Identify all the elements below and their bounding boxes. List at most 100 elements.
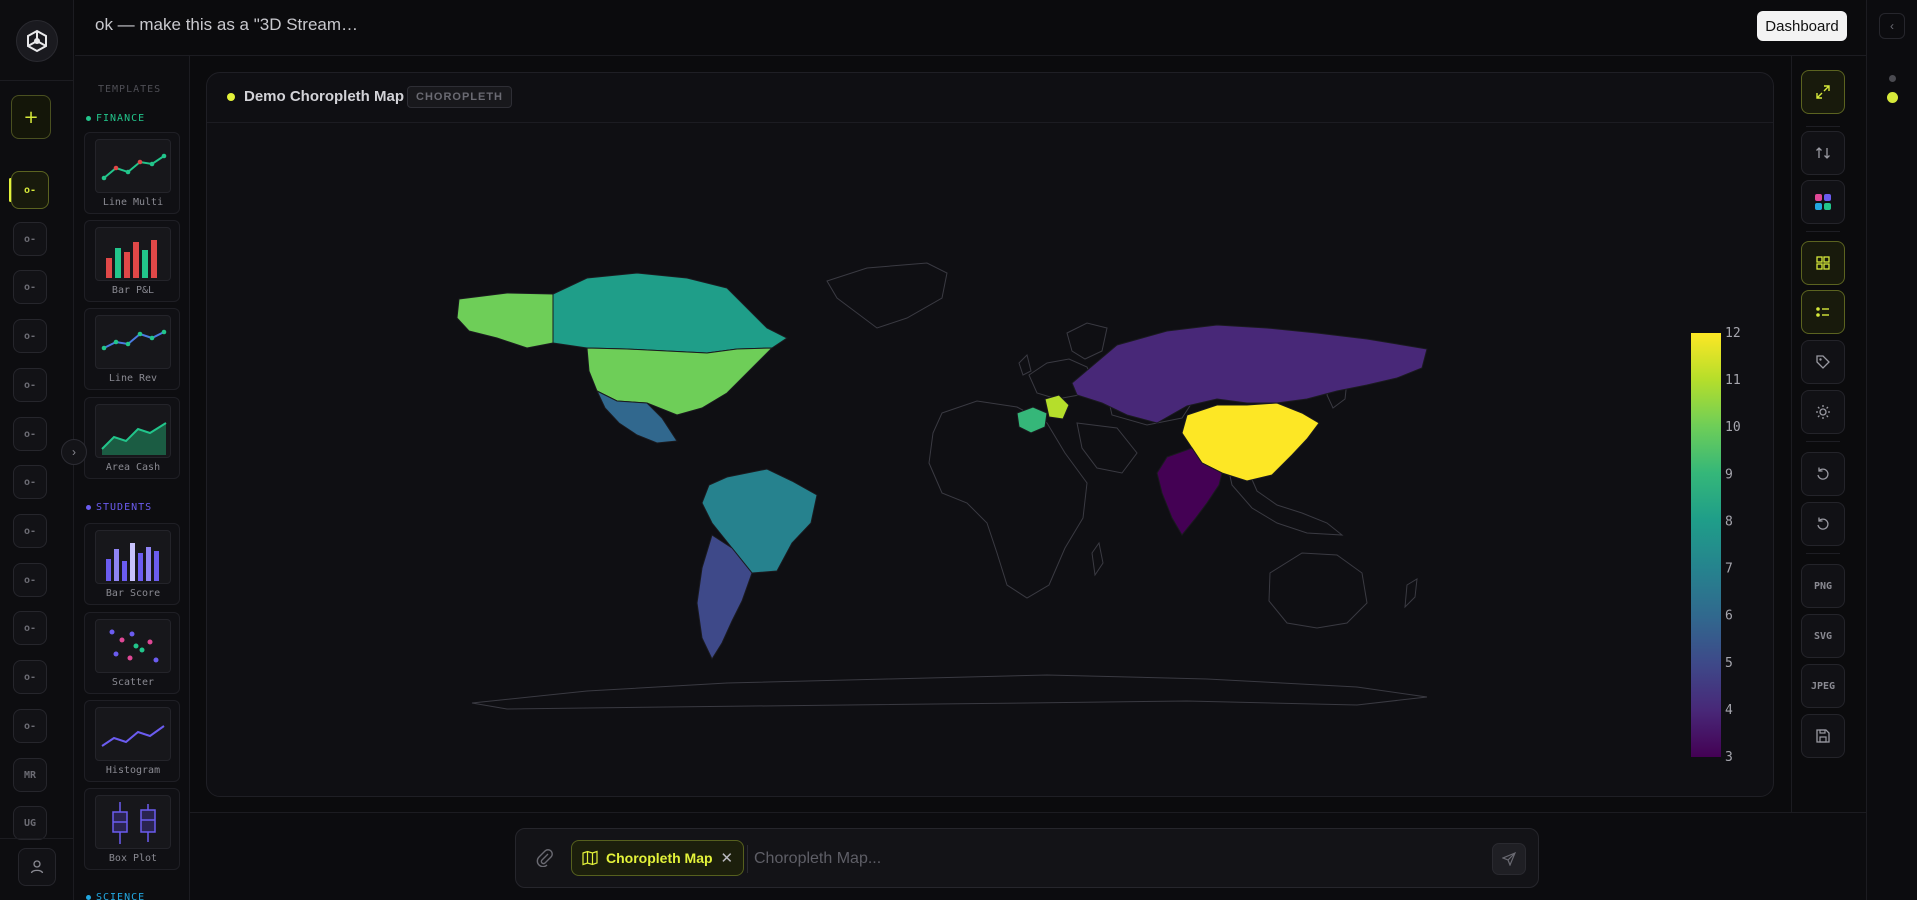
- region-canada[interactable]: [552, 272, 788, 354]
- chart-title: Demo Choropleth Map: [244, 88, 404, 105]
- template-thumbnail: [95, 619, 171, 673]
- chart-header: Demo Choropleth Map CHOROPLETH: [207, 73, 1773, 123]
- rail-key-button[interactable]: o-: [13, 270, 47, 304]
- choropleth-map[interactable]: 12 11 10 9 8 7 6 5 4 3: [207, 123, 1774, 797]
- toolbar-divider: [1806, 231, 1840, 232]
- chevron-right-icon: ›: [72, 445, 76, 459]
- send-button[interactable]: [1492, 843, 1526, 875]
- export-png-button[interactable]: PNG: [1801, 564, 1845, 608]
- swap-icon: [1816, 147, 1830, 159]
- colorbar-tick-label: 3: [1725, 750, 1733, 765]
- template-thumbnail: [95, 530, 171, 584]
- user-profile-button[interactable]: [18, 848, 56, 886]
- toolbar-divider: [1806, 441, 1840, 442]
- key-icon: o-: [23, 184, 37, 196]
- region-germany[interactable]: [1044, 394, 1070, 420]
- export-svg-button[interactable]: SVG: [1801, 614, 1845, 658]
- scandinavia-outline: [1066, 322, 1108, 360]
- australia-outline: [1268, 552, 1368, 629]
- cube-logo-icon[interactable]: [16, 20, 58, 62]
- key-icon: o-: [23, 574, 37, 586]
- rail-key-button[interactable]: o-: [13, 222, 47, 256]
- color-palette-button[interactable]: [1801, 180, 1845, 224]
- rail-key-button[interactable]: o-: [13, 319, 47, 353]
- template-line-rev[interactable]: Line Rev: [84, 308, 180, 390]
- rail-key-button[interactable]: o-: [13, 709, 47, 743]
- template-histogram[interactable]: Histogram: [84, 700, 180, 782]
- antarctica-outline: [471, 674, 1428, 710]
- template-area-cash[interactable]: Area Cash: [84, 397, 180, 479]
- template-thumbnail: [95, 404, 171, 458]
- send-icon: [1502, 852, 1516, 866]
- template-bar-pl[interactable]: Bar P&L: [84, 220, 180, 302]
- colorbar-tick-label: 4: [1725, 703, 1733, 718]
- arabia-outline: [1076, 422, 1138, 474]
- export-jpeg-button[interactable]: JPEG: [1801, 664, 1845, 708]
- theme-toggle-button[interactable]: [1801, 390, 1845, 434]
- template-scatter[interactable]: Scatter: [84, 612, 180, 694]
- key-icon: o-: [23, 233, 37, 245]
- colorbar-tick-label: 8: [1725, 514, 1733, 529]
- rail-key-button[interactable]: o-: [13, 368, 47, 402]
- region-france[interactable]: [1016, 406, 1048, 434]
- right-slim-panel: ‹: [1866, 0, 1917, 900]
- colorbar-gradient: [1691, 333, 1721, 757]
- key-icon: o-: [23, 330, 37, 342]
- rail-item-ug[interactable]: UG: [13, 806, 47, 840]
- legend-icon: [1816, 307, 1829, 317]
- legend-toggle-button[interactable]: [1801, 290, 1845, 334]
- rail-divider: [0, 80, 74, 81]
- template-thumbnail: [95, 315, 171, 369]
- reset-button[interactable]: [1801, 502, 1845, 546]
- selected-chart-chip[interactable]: Choropleth Map ✕: [571, 840, 745, 876]
- expand-panel-button[interactable]: ›: [61, 439, 87, 465]
- template-line-multi[interactable]: Line Multi: [84, 132, 180, 214]
- template-box-plot[interactable]: Box Plot: [84, 788, 180, 870]
- labels-toggle-button[interactable]: [1801, 340, 1845, 384]
- rail-key-button[interactable]: o-: [13, 611, 47, 645]
- template-thumbnail: [95, 227, 171, 281]
- rail-key-button[interactable]: o-: [13, 417, 47, 451]
- toolbar-divider: [1806, 126, 1840, 127]
- chip-label: Choropleth Map: [606, 850, 713, 866]
- key-icon: o-: [23, 720, 37, 732]
- key-icon: o-: [23, 281, 37, 293]
- app-root: + o- o- o- o- o- o- o- o- o- o- o- o- MR…: [0, 0, 1917, 900]
- fullscreen-button[interactable]: [1801, 70, 1845, 114]
- prompt-divider: [747, 845, 748, 873]
- region-alaska[interactable]: [456, 292, 554, 349]
- rail-item-mr[interactable]: MR: [13, 758, 47, 792]
- rail-key-button-active[interactable]: o-: [11, 171, 49, 209]
- undo-button[interactable]: [1801, 452, 1845, 496]
- dashboard-button[interactable]: Dashboard: [1757, 11, 1847, 41]
- grid-toggle-button[interactable]: [1801, 241, 1845, 285]
- add-chart-button[interactable]: +: [11, 95, 51, 139]
- chart-panel: Demo Choropleth Map CHOROPLETH 12 11 10 …: [206, 72, 1774, 797]
- rail-key-button[interactable]: o-: [13, 514, 47, 548]
- madagascar-outline: [1091, 541, 1104, 577]
- live-indicator: [227, 93, 235, 101]
- key-icon: o-: [23, 622, 37, 634]
- swap-axes-button[interactable]: [1801, 131, 1845, 175]
- chevron-left-icon: ‹: [1890, 19, 1894, 33]
- templates-heading: TEMPLATES: [98, 84, 162, 95]
- collapse-right-button[interactable]: ‹: [1879, 13, 1905, 39]
- rail-key-button[interactable]: o-: [13, 660, 47, 694]
- key-icon: o-: [23, 428, 37, 440]
- rail-key-button[interactable]: o-: [13, 563, 47, 597]
- template-bar-score[interactable]: Bar Score: [84, 523, 180, 605]
- africa-outline: [928, 400, 1088, 599]
- save-icon: [1816, 729, 1830, 743]
- rail-key-button[interactable]: o-: [13, 465, 47, 499]
- close-icon[interactable]: ✕: [721, 849, 734, 867]
- tag-icon: [1816, 355, 1830, 369]
- colorbar: 12 11 10 9 8 7 6 5 4 3: [1691, 326, 1741, 765]
- prompt-input[interactable]: [754, 845, 1454, 873]
- template-group-students: STUDENTS: [86, 502, 152, 513]
- colorbar-tick-label: 6: [1725, 609, 1733, 624]
- paperclip-icon: [536, 849, 553, 868]
- prompt-box: Choropleth Map ✕: [515, 828, 1539, 888]
- save-button[interactable]: [1801, 714, 1845, 758]
- undo-icon: [1817, 467, 1829, 480]
- attach-button[interactable]: [536, 849, 554, 872]
